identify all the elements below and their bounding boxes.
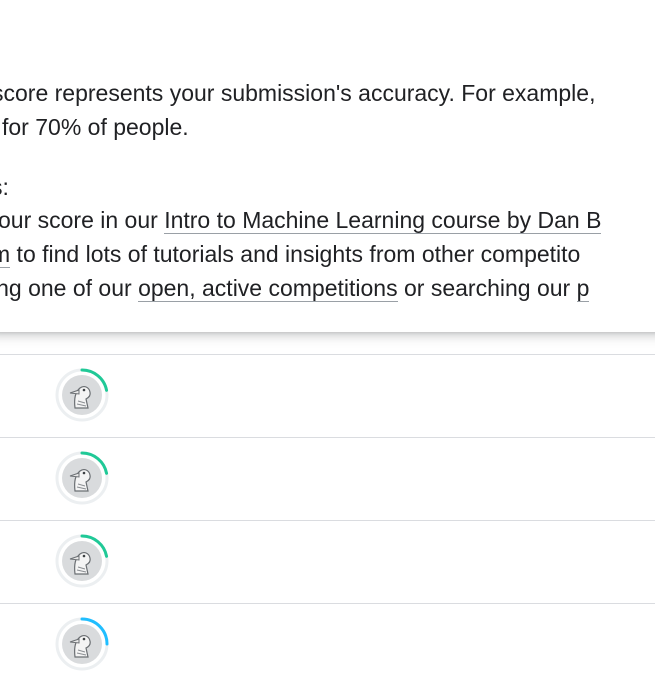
duck-avatar-icon[interactable] xyxy=(55,534,109,588)
suggestion-competitions: ing one of our open, active competitions… xyxy=(0,273,590,303)
suggestions-heading: s: xyxy=(0,174,9,200)
score-info-popover: score represents your submission's accur… xyxy=(0,0,655,332)
suggestion-competitions-text: ing one of our xyxy=(0,275,139,301)
open-competitions-link[interactable]: open, active competitions xyxy=(138,275,398,302)
search-link[interactable]: p xyxy=(576,275,590,302)
duck-avatar-icon[interactable] xyxy=(55,451,109,505)
leaderboard-list xyxy=(0,354,655,686)
score-example-text: for 70% of people. xyxy=(2,114,189,140)
intro-ml-course-link[interactable]: Intro to Machine Learning course by Dan … xyxy=(164,207,602,234)
forum-link[interactable]: m xyxy=(0,241,11,268)
leaderboard-row[interactable] xyxy=(0,354,655,437)
leaderboard-row[interactable] xyxy=(0,603,655,686)
score-description-text: score represents your submission's accur… xyxy=(0,80,596,106)
duck-avatar-icon[interactable] xyxy=(55,617,109,671)
leaderboard-row[interactable] xyxy=(0,437,655,520)
suggestion-search-text: or searching our xyxy=(397,275,577,301)
leaderboard-row[interactable] xyxy=(0,520,655,603)
suggestion-course-text: our score in our xyxy=(0,207,165,233)
suggestion-forum-text: to find lots of tutorials and insights f… xyxy=(10,241,581,267)
duck-avatar-icon[interactable] xyxy=(55,368,109,422)
suggestion-forum: m to find lots of tutorials and insights… xyxy=(0,239,580,269)
suggestion-course: our score in our Intro to Machine Learni… xyxy=(0,205,602,235)
